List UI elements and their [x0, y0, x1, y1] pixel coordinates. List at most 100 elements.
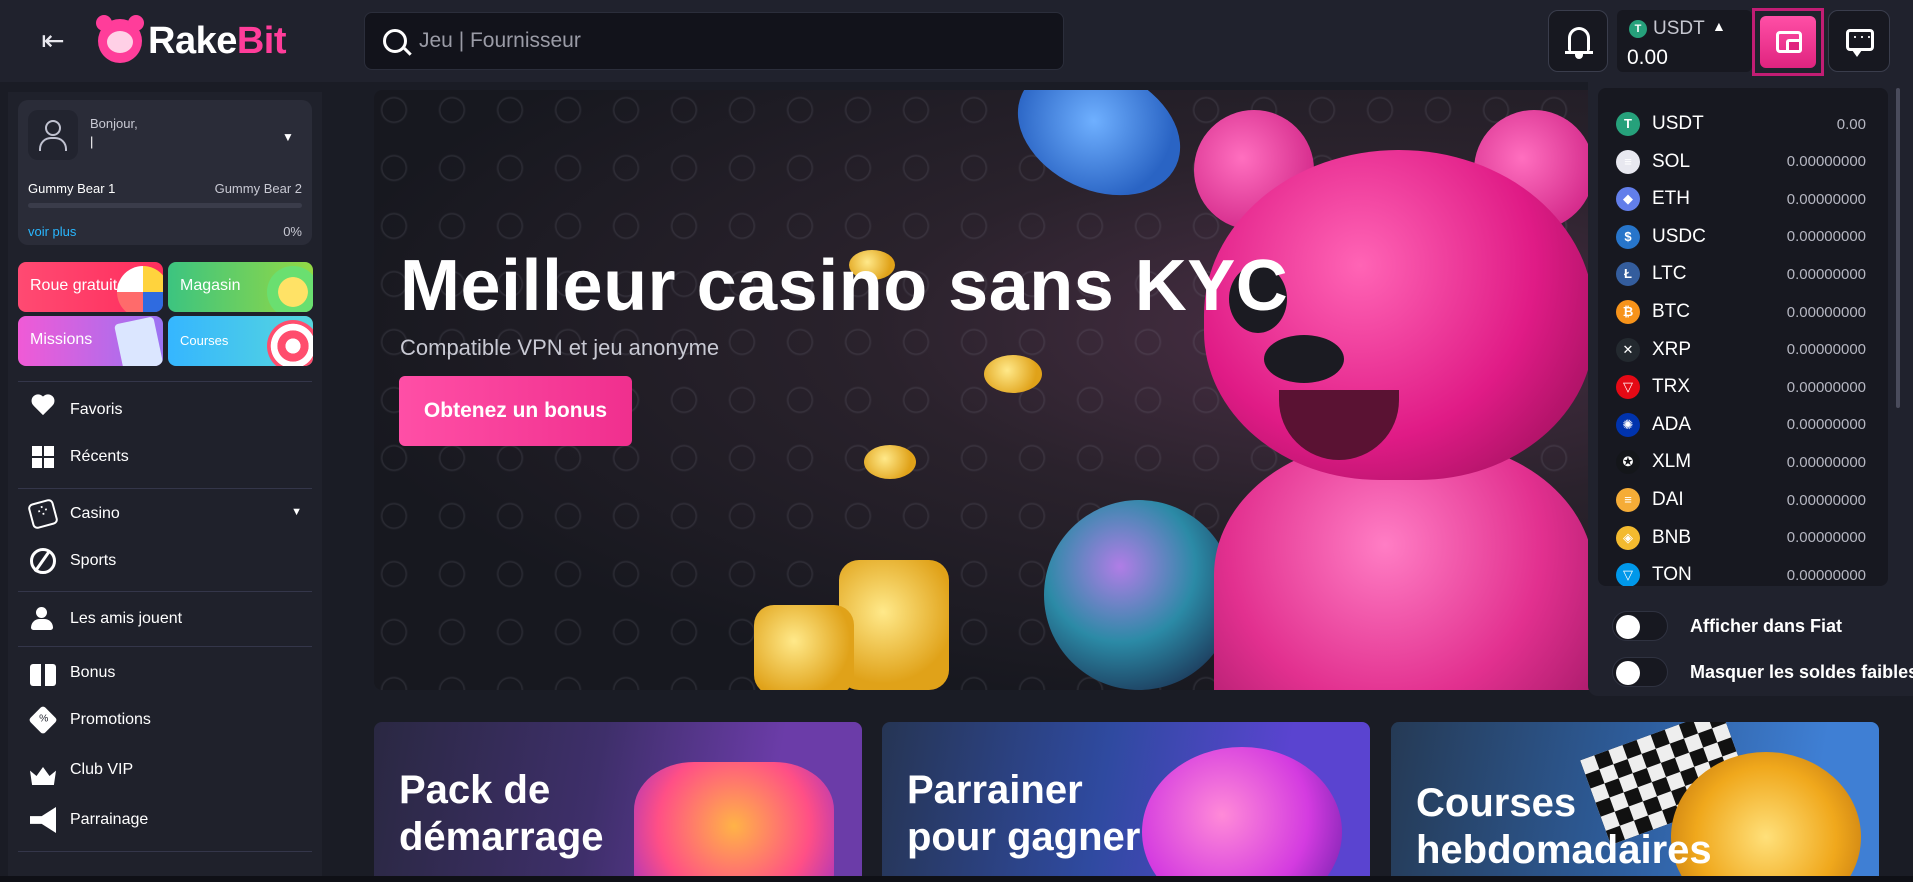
- currency-row-xlm[interactable]: ✪ XLM 0.00000000: [1598, 444, 1888, 480]
- currency-balance: 0.00000000: [1786, 303, 1866, 321]
- currency-code: ADA: [1652, 413, 1692, 435]
- show-fiat-toggle[interactable]: [1612, 611, 1668, 641]
- currency-code: LTC: [1652, 263, 1687, 285]
- chat-button[interactable]: [1828, 10, 1890, 72]
- currency-row-ada[interactable]: ✺ ADA 0.00000000: [1598, 407, 1888, 443]
- nav-referral[interactable]: Parrainage: [18, 800, 312, 840]
- sol-coin-icon: ≡: [1616, 149, 1640, 174]
- promo-card-weekly-races[interactable]: Courses hebdomadaires: [1391, 722, 1879, 882]
- btc-coin-icon: ₿: [1616, 300, 1640, 324]
- currency-code: SOL: [1652, 150, 1691, 172]
- get-bonus-button[interactable]: Obtenez un bonus: [399, 376, 632, 446]
- currency-row-ton[interactable]: ▽ TON 0.00000000: [1598, 557, 1888, 586]
- see-more-link[interactable]: voir plus: [28, 224, 76, 239]
- races-tile[interactable]: Courses: [168, 316, 313, 366]
- bnb-coin-icon: ◈: [1616, 525, 1640, 550]
- hide-small-toggle-row[interactable]: Masquer les soldes faibles: [1612, 657, 1913, 687]
- missions-tile[interactable]: Missions: [18, 316, 163, 366]
- megaphone-icon: [30, 807, 56, 833]
- crown-icon: [30, 767, 56, 785]
- currency-list[interactable]: T USDT 0.00 ≡ SOL 0.00000000 ◆ ETH 0.00000000 $ US…: [1598, 88, 1888, 586]
- currency-balance: 0.00000000: [1786, 265, 1866, 283]
- eth-coin-icon: ◆: [1616, 187, 1640, 212]
- currency-row-btc[interactable]: ₿ BTC 0.00000000: [1598, 294, 1888, 330]
- promo-title: Courses hebdomadaires: [1416, 781, 1712, 872]
- currency-balance: 0.00000000: [1786, 228, 1866, 246]
- usdc-coin-icon: $: [1616, 224, 1640, 249]
- dice-icon: [27, 498, 59, 530]
- collapse-menu-icon[interactable]: ⇤: [36, 26, 70, 56]
- currency-code: DAI: [1652, 489, 1684, 510]
- basketball-icon: [30, 548, 56, 574]
- balance-selector[interactable]: T USDT ▲ 0.00: [1617, 10, 1752, 72]
- megaphone-image: [1142, 747, 1342, 882]
- currency-row-usdc[interactable]: $ USDC 0.00000000: [1598, 219, 1888, 255]
- hide-small-balances-toggle[interactable]: [1612, 657, 1668, 687]
- currency-code: XRP: [1652, 338, 1692, 360]
- chevron-down-icon[interactable]: ▼: [282, 130, 294, 144]
- bear-logo-icon: [96, 15, 144, 63]
- usdt-coin-icon: T: [1616, 112, 1640, 136]
- shop-tile[interactable]: Magasin: [168, 262, 313, 312]
- username: |: [90, 134, 94, 149]
- greeting: Bonjour,: [90, 116, 138, 131]
- logo[interactable]: RakeBit: [96, 15, 287, 64]
- free-wheel-tile[interactable]: Roue gratuite: [18, 262, 163, 312]
- target-icon: [267, 320, 313, 366]
- sidebar: Bonjour, | ▼ Gummy Bear 1 Gummy Bear 2 v…: [8, 92, 322, 882]
- currency-row-trx[interactable]: ▽ TRX 0.00000000: [1598, 369, 1888, 405]
- dai-coin-icon: ≡: [1616, 488, 1640, 512]
- avatar: [28, 110, 78, 160]
- currency-code: ETH: [1652, 188, 1690, 210]
- gummy-bear-image: [1174, 110, 1654, 690]
- fiat-toggle-row[interactable]: Afficher dans Fiat: [1612, 611, 1912, 641]
- hero-title: Meilleur casino sans KYC: [400, 246, 1289, 326]
- level-current: Gummy Bear 1: [28, 181, 116, 196]
- nav-sports[interactable]: Sports: [18, 541, 312, 581]
- currency-row-ltc[interactable]: Ł LTC 0.00000000: [1598, 256, 1888, 292]
- currency-row-usdt[interactable]: T USDT 0.00: [1598, 106, 1888, 142]
- search-bar[interactable]: [364, 12, 1064, 70]
- currency-code: BNB: [1652, 526, 1692, 548]
- chat-icon: [1846, 26, 1874, 57]
- top-bar: ⇤ RakeBit T USDT ▲ 0.00: [0, 0, 1913, 82]
- nav-casino[interactable]: Casino▼: [18, 494, 312, 534]
- currency-row-eth[interactable]: ◆ ETH 0.00000000: [1598, 181, 1888, 217]
- bell-icon: [1565, 27, 1593, 54]
- currency-row-xrp[interactable]: ✕ XRP 0.00000000: [1598, 332, 1888, 368]
- balance-amount: 0.00: [1627, 46, 1668, 69]
- user-card[interactable]: Bonjour, | ▼ Gummy Bear 1 Gummy Bear 2 v…: [18, 100, 312, 245]
- wallet-dropdown: T USDT 0.00 ≡ SOL 0.00000000 ◆ ETH 0.00000000 $ US…: [1588, 82, 1913, 696]
- nav-bonus[interactable]: Bonus: [18, 653, 312, 693]
- currency-balance: 0.00000000: [1786, 453, 1866, 471]
- caret-up-icon: ▲: [1712, 18, 1726, 34]
- nav-friends-play[interactable]: Les amis jouent: [18, 599, 312, 639]
- promo-card-referral[interactable]: Parrainer pour gagner: [882, 722, 1370, 882]
- nav-vip-club[interactable]: Club VIP: [18, 750, 312, 790]
- checklist-icon: [114, 316, 163, 366]
- currency-balance: 0.00000000: [1786, 416, 1866, 434]
- currency-code: TON: [1652, 564, 1692, 586]
- currency-list-scrollbar[interactable]: [1896, 88, 1900, 408]
- currency-row-dai[interactable]: ≡ DAI 0.00000000: [1598, 482, 1888, 518]
- currency-code: USDT: [1652, 113, 1704, 134]
- shop-icon: [267, 266, 313, 312]
- notifications-button[interactable]: [1548, 10, 1608, 72]
- ltc-coin-icon: Ł: [1616, 262, 1640, 287]
- friends-icon: [30, 606, 56, 632]
- chevron-down-icon[interactable]: ▼: [291, 506, 302, 518]
- ton-coin-icon: ▽: [1616, 563, 1640, 586]
- currency-code: TRX: [1652, 376, 1690, 398]
- nav-promotions[interactable]: Promotions: [18, 700, 312, 740]
- currency-code: USDC: [1652, 225, 1706, 247]
- nav-favorites[interactable]: Favoris: [18, 390, 312, 430]
- search-input[interactable]: [419, 13, 1039, 69]
- progress-percent: 0%: [283, 224, 302, 239]
- nav-recents[interactable]: Récents: [18, 437, 312, 477]
- currency-row-sol[interactable]: ≡ SOL 0.00000000: [1598, 144, 1888, 180]
- level-progress-bar: [28, 203, 302, 208]
- promo-card-starter-pack[interactable]: Pack de démarrage: [374, 722, 862, 882]
- grid-icon: [30, 444, 56, 470]
- currency-row-bnb[interactable]: ◈ BNB 0.00000000: [1598, 520, 1888, 556]
- wallet-button[interactable]: [1752, 8, 1824, 76]
